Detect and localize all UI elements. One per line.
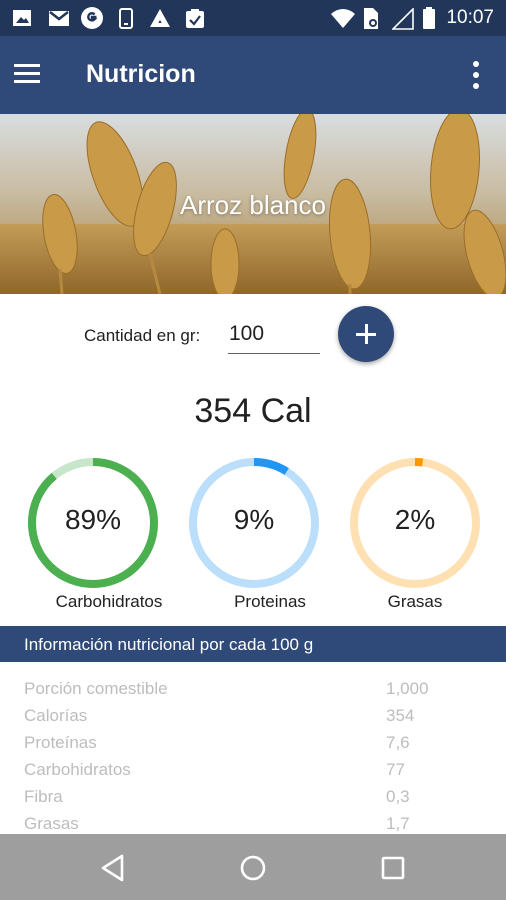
recents-button[interactable]	[376, 851, 410, 885]
app-title: Nutricion	[86, 60, 196, 88]
nutrition-value: 77	[386, 760, 405, 779]
status-time: 10:07	[446, 7, 494, 28]
nutrition-info-title: Información nutricional por cada 100 g	[24, 635, 314, 654]
nutrition-value: 354	[386, 706, 415, 725]
nutrition-row: Porción comestible 1,000	[0, 679, 506, 706]
fats-percent: 2%	[394, 504, 436, 535]
more-vert-icon	[473, 61, 479, 89]
back-button[interactable]	[96, 851, 130, 885]
food-header-image: Arroz blanco	[0, 114, 506, 294]
nutrition-row: Calorías 354	[0, 706, 506, 733]
nutrition-row: Carbohidratos 77	[0, 760, 506, 787]
proteins-percent: 9%	[233, 504, 275, 535]
drive-icon	[150, 9, 170, 27]
nutrition-value: 1,000	[386, 679, 429, 698]
battery-icon	[423, 7, 435, 29]
fats-donut: 2%	[348, 456, 482, 590]
menu-button[interactable]	[14, 56, 54, 94]
nutrition-label: Calorías	[24, 706, 88, 725]
nutrition-row: Fibra 0,3	[0, 787, 506, 814]
nutrition-value: 7,6	[386, 733, 410, 752]
home-button[interactable]	[236, 851, 270, 885]
nutrition-label: Fibra	[24, 787, 63, 806]
nutrition-label: Porción comestible	[24, 679, 168, 698]
home-icon	[240, 855, 266, 881]
gmail-icon	[49, 11, 69, 26]
add-button[interactable]	[338, 306, 394, 362]
hamburger-menu-icon	[14, 64, 40, 83]
nutrition-value: 1,7	[386, 814, 410, 833]
nutrition-label: Carbohidratos	[24, 760, 131, 779]
quantity-label: Cantidad en gr:	[84, 326, 201, 345]
more-options-button[interactable]	[464, 58, 488, 92]
image-icon	[13, 10, 31, 26]
carbohydrates-label: Carbohidratos	[55, 592, 163, 611]
calories-total: 354 Cal	[194, 392, 312, 430]
quantity-input[interactable]	[228, 314, 320, 354]
status-bar: 10:07	[0, 0, 506, 36]
food-name: Arroz blanco	[180, 190, 326, 220]
fats-label: Grasas	[387, 592, 443, 611]
clipboard-check-icon	[186, 9, 204, 28]
wifi-icon	[331, 9, 355, 28]
system-nav-bar	[0, 834, 506, 900]
proteins-donut: 9%	[187, 456, 321, 590]
carbohydrates-percent: 89%	[64, 504, 122, 535]
phone-icon	[119, 8, 133, 29]
back-icon	[101, 854, 124, 882]
sim-icon	[364, 8, 378, 29]
recents-icon	[381, 856, 405, 880]
google-icon	[81, 7, 103, 29]
nutrition-info-header: Información nutricional por cada 100 g	[0, 626, 506, 662]
nutrition-label: Grasas	[24, 814, 79, 833]
nutrition-label: Proteínas	[24, 733, 97, 752]
signal-icon	[392, 8, 414, 30]
nutrition-value: 0,3	[386, 787, 410, 806]
nutrition-row: Proteínas 7,6	[0, 733, 506, 760]
carbohydrates-donut: 89%	[26, 456, 160, 590]
proteins-label: Proteinas	[234, 592, 306, 611]
app-bar: Nutricion	[0, 36, 506, 114]
